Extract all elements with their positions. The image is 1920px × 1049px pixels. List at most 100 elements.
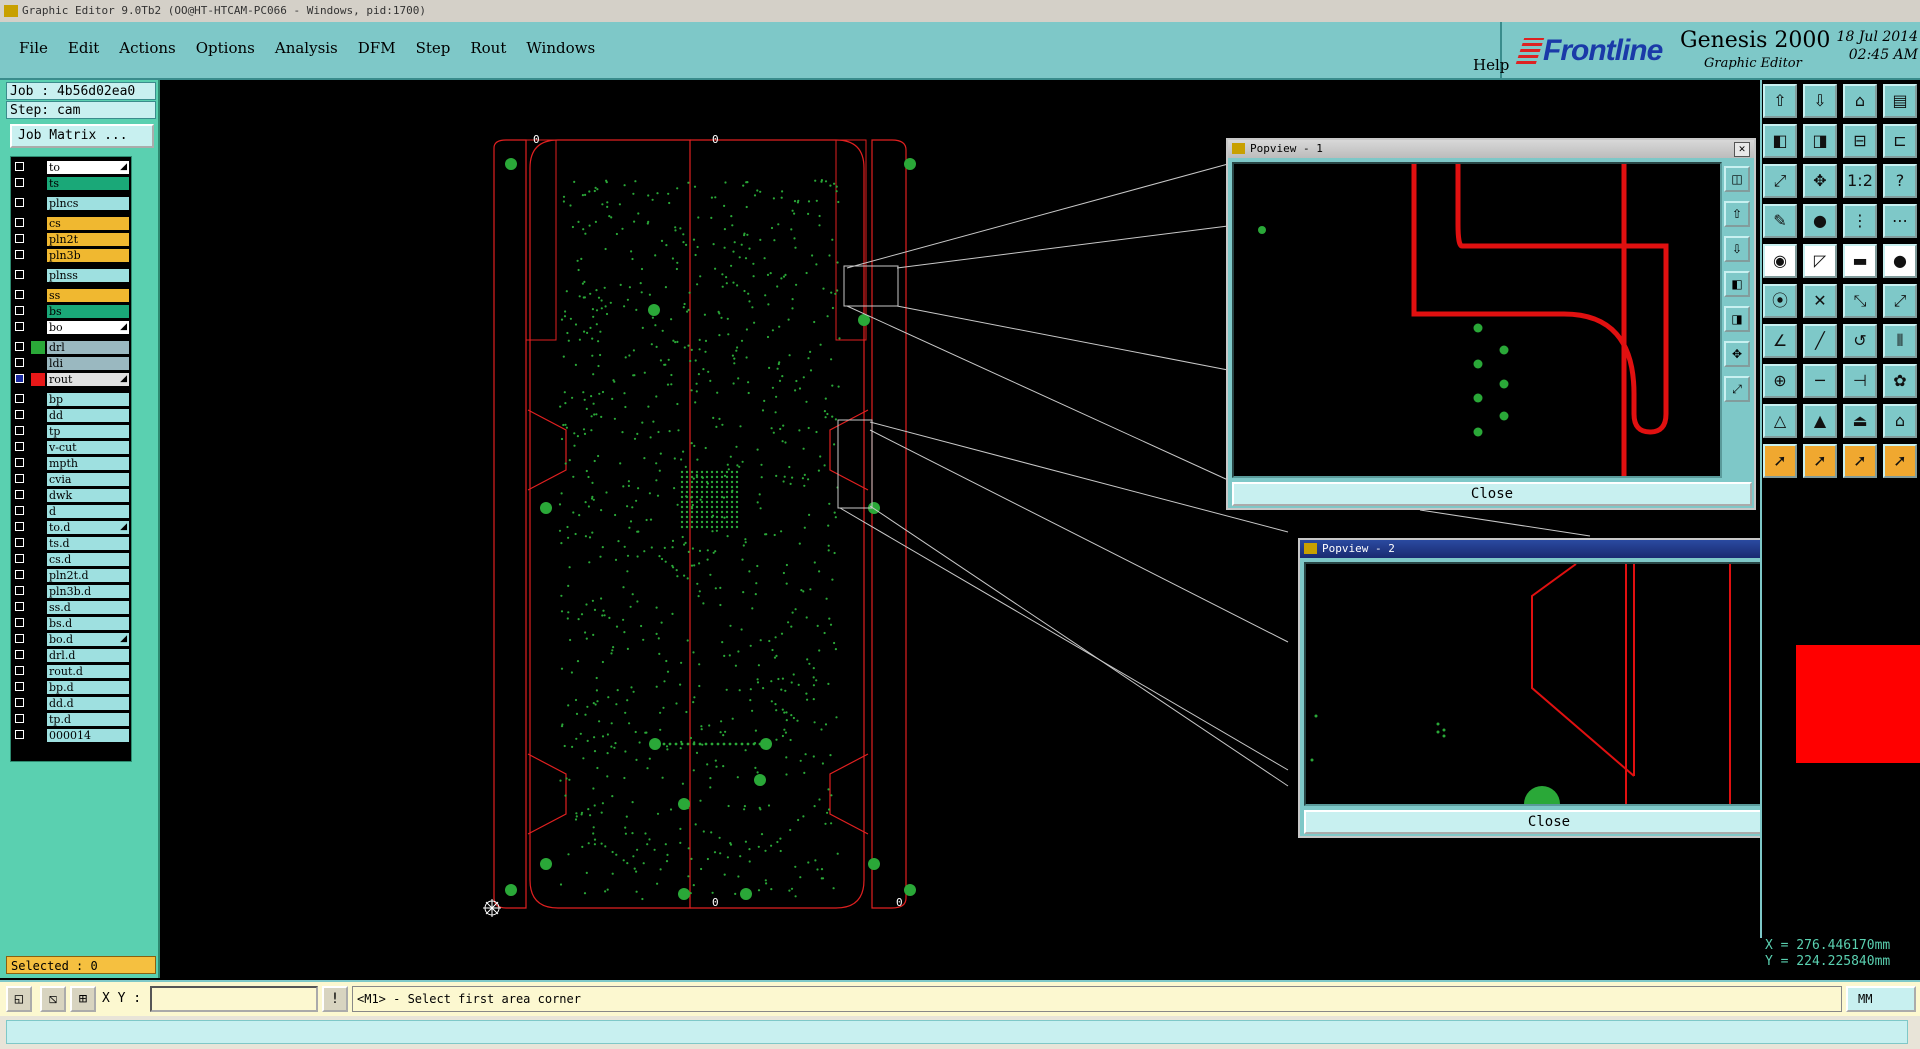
- home-button[interactable]: ⌂: [1843, 84, 1877, 118]
- select3-button[interactable]: ➚: [1843, 444, 1877, 478]
- split-button[interactable]: ⊟: [1843, 124, 1877, 158]
- layer-color-swatch[interactable]: [31, 697, 45, 710]
- layer-name[interactable]: mpth: [47, 457, 129, 470]
- layer-color-swatch[interactable]: [31, 305, 45, 318]
- layer-row[interactable]: mpth: [13, 457, 131, 470]
- layer-name[interactable]: drl: [47, 341, 129, 354]
- zoom-fit-button[interactable]: ⤢: [1763, 164, 1797, 198]
- ratio-button[interactable]: 1:2: [1843, 164, 1877, 198]
- layer-color-swatch[interactable]: [31, 537, 45, 550]
- route-button[interactable]: ⋮: [1843, 204, 1877, 238]
- layer-checkbox[interactable]: [15, 342, 24, 351]
- layer-name[interactable]: pln2t: [47, 233, 129, 246]
- layer-name[interactable]: tp.d: [47, 713, 129, 726]
- layer-color-swatch[interactable]: [31, 569, 45, 582]
- layer-row[interactable]: dwk: [13, 489, 131, 502]
- layer-color-swatch[interactable]: [31, 177, 45, 190]
- layer-row[interactable]: pln2t: [13, 233, 131, 246]
- layer-name[interactable]: bp.d: [47, 681, 129, 694]
- layer-checkbox[interactable]: [15, 714, 24, 723]
- layer-color-swatch[interactable]: [31, 649, 45, 662]
- layer-row[interactable]: tp: [13, 425, 131, 438]
- layer-checkbox[interactable]: [15, 634, 24, 643]
- layer-color-swatch[interactable]: [31, 441, 45, 454]
- layer-checkbox[interactable]: [15, 198, 24, 207]
- layer-color-swatch[interactable]: [31, 341, 45, 354]
- layer-name[interactable]: pln3b.d: [47, 585, 129, 598]
- popview-panel-icon[interactable]: ◫: [1724, 166, 1750, 192]
- layer-color-swatch[interactable]: [31, 269, 45, 282]
- triangle-button[interactable]: △: [1763, 404, 1797, 438]
- layer-color-swatch[interactable]: [31, 409, 45, 422]
- alert-icon[interactable]: !: [322, 986, 348, 1012]
- layer-name[interactable]: ts.d: [47, 537, 129, 550]
- layer-checkbox[interactable]: [15, 322, 24, 331]
- popview-1-close-icon[interactable]: ✕: [1734, 142, 1750, 157]
- layer-color-swatch[interactable]: [31, 161, 45, 174]
- menu-windows[interactable]: Windows: [526, 39, 595, 57]
- layer-name[interactable]: plnss: [47, 269, 129, 282]
- job-matrix-button[interactable]: Job Matrix ...: [10, 124, 154, 148]
- layer-row[interactable]: ss: [13, 289, 131, 302]
- layer-color-swatch[interactable]: [31, 217, 45, 230]
- layer-color-swatch[interactable]: [31, 713, 45, 726]
- layer-name[interactable]: dwk: [47, 489, 129, 502]
- layer-name[interactable]: ss.d: [47, 601, 129, 614]
- select2-button[interactable]: ➚: [1803, 444, 1837, 478]
- layer-checkbox[interactable]: [15, 394, 24, 403]
- popview-1-window[interactable]: Popview - 1 ✕ Close ◫ ⇧ ⇩ ◧ ◨ ✥ ⤢: [1226, 138, 1756, 510]
- popview-up-icon[interactable]: ⇧: [1724, 201, 1750, 227]
- layer-color-swatch[interactable]: [31, 289, 45, 302]
- menu-step[interactable]: Step: [416, 39, 451, 57]
- layer-color-swatch[interactable]: [31, 197, 45, 210]
- panel-button[interactable]: ▤: [1883, 84, 1917, 118]
- layer-row[interactable]: dd: [13, 409, 131, 422]
- popview-2-titlebar[interactable]: Popview - 2: [1300, 540, 1794, 558]
- popview-center-icon[interactable]: ✥: [1724, 341, 1750, 367]
- layer-checkbox[interactable]: [15, 650, 24, 659]
- layer-color-swatch[interactable]: [31, 357, 45, 370]
- layer-checkbox[interactable]: [15, 306, 24, 315]
- layer-checkbox[interactable]: [15, 730, 24, 739]
- layer-checkbox[interactable]: [15, 538, 24, 547]
- menu-rout[interactable]: Rout: [470, 39, 506, 57]
- layer-row[interactable]: bp: [13, 393, 131, 406]
- layer-color-swatch[interactable]: [31, 521, 45, 534]
- move-left-button[interactable]: ◧: [1763, 124, 1797, 158]
- layer-name[interactable]: d: [47, 505, 129, 518]
- popview-fit-icon[interactable]: ⤢: [1724, 376, 1750, 402]
- layer-checkbox[interactable]: [15, 410, 24, 419]
- layer-row[interactable]: cvia: [13, 473, 131, 486]
- layer-checkbox[interactable]: [15, 586, 24, 595]
- layer-checkbox[interactable]: [15, 522, 24, 531]
- layer-checkbox[interactable]: [15, 234, 24, 243]
- layer-row[interactable]: rout ◢: [13, 373, 131, 386]
- popview-right-icon[interactable]: ◨: [1724, 306, 1750, 332]
- layer-name[interactable]: dd.d: [47, 697, 129, 710]
- home-up-button[interactable]: ⇧: [1763, 84, 1797, 118]
- layer-color-swatch[interactable]: [31, 457, 45, 470]
- popview-1-close-button[interactable]: Close: [1232, 482, 1752, 506]
- dashed-button[interactable]: ▬: [1843, 244, 1877, 278]
- layer-name[interactable]: bs.d: [47, 617, 129, 630]
- layer-checkbox[interactable]: [15, 458, 24, 467]
- layer-row[interactable]: bs.d: [13, 617, 131, 630]
- layer-row[interactable]: d: [13, 505, 131, 518]
- triangle2-button[interactable]: ▲: [1803, 404, 1837, 438]
- diagonal-button[interactable]: ╱: [1803, 324, 1837, 358]
- menu-actions[interactable]: Actions: [119, 39, 175, 57]
- route2-button[interactable]: ⋯: [1883, 204, 1917, 238]
- layer-color-swatch[interactable]: [31, 729, 45, 742]
- layer-name[interactable]: v-cut: [47, 441, 129, 454]
- layer-row[interactable]: drl: [13, 341, 131, 354]
- layer-checkbox[interactable]: [15, 570, 24, 579]
- move-right-button[interactable]: ◨: [1803, 124, 1837, 158]
- layer-row[interactable]: tp.d: [13, 713, 131, 726]
- layer-color-swatch[interactable]: [31, 585, 45, 598]
- layer-row[interactable]: cs.d: [13, 553, 131, 566]
- layer-name[interactable]: ts: [47, 177, 129, 190]
- menu-file[interactable]: File: [19, 39, 48, 57]
- layer-name[interactable]: bo.d ◢: [47, 633, 129, 646]
- layer-row[interactable]: bp.d: [13, 681, 131, 694]
- cross-button[interactable]: ✕: [1803, 284, 1837, 318]
